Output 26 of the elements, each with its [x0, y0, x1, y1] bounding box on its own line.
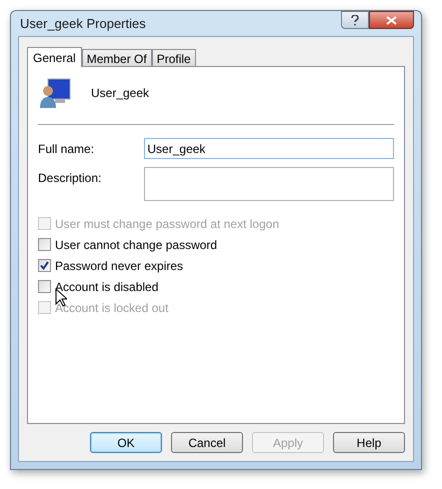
checkbox[interactable] — [38, 259, 51, 272]
checkbox-label: Account is locked out — [55, 300, 168, 316]
help-icon — [351, 14, 359, 26]
help-button[interactable] — [341, 11, 369, 29]
full-name-field[interactable]: User_geek — [144, 138, 394, 159]
checkbox-label: User must change password at next logon — [55, 216, 280, 232]
description-field[interactable] — [144, 167, 394, 201]
window-title: User_geek Properties — [19, 14, 146, 33]
checkbox-label: User cannot change password — [55, 236, 218, 254]
dialog-button[interactable]: Cancel — [171, 432, 243, 453]
tab[interactable]: Member Of — [82, 49, 152, 66]
close-icon — [386, 16, 397, 24]
field-label: Full name: — [38, 141, 96, 158]
user-computer-icon — [38, 77, 72, 109]
checkbox-label: Account is disabled — [55, 278, 158, 296]
dialog-button[interactable]: OK — [90, 432, 162, 453]
close-button[interactable] — [369, 11, 414, 29]
field-label: Description: — [38, 170, 102, 187]
user-name: User_geek — [91, 85, 150, 102]
checkbox-label: Password never expires — [55, 258, 184, 274]
tab[interactable]: General — [27, 47, 82, 67]
checkbox[interactable] — [38, 280, 51, 293]
checkmark-icon — [40, 261, 49, 270]
tab[interactable]: Profile — [152, 49, 196, 66]
dialog-button[interactable]: Help — [333, 432, 405, 453]
checkbox[interactable] — [38, 238, 51, 251]
